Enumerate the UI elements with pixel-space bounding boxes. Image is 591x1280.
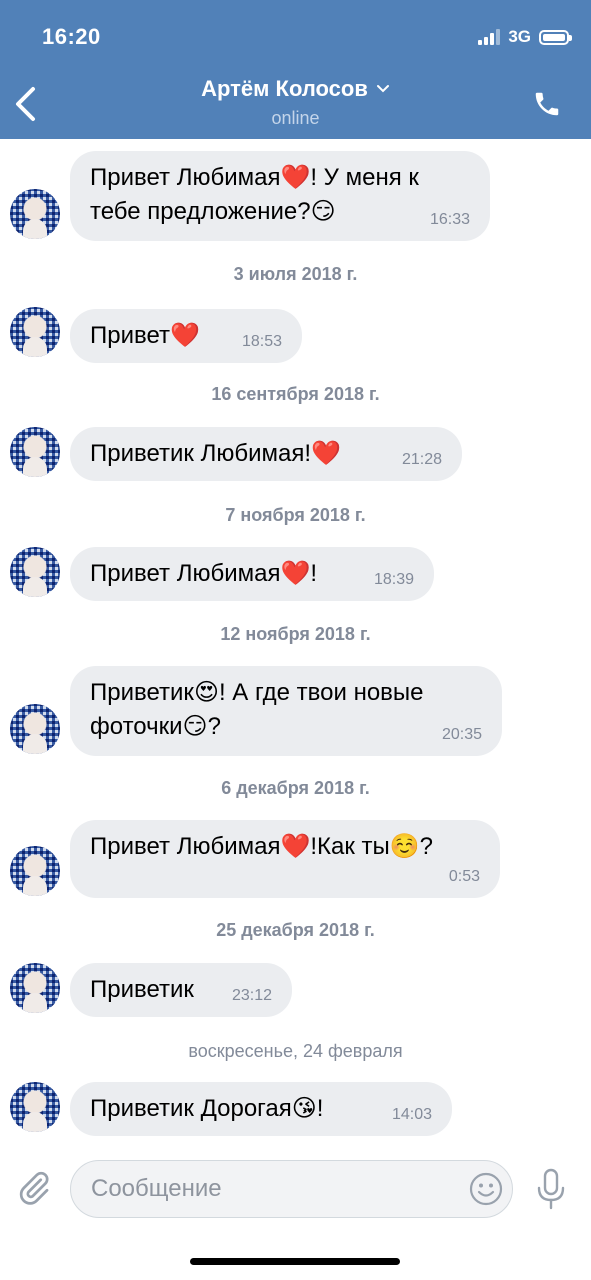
status-time: 16:20: [42, 24, 101, 49]
chat-title[interactable]: Артём Колосов online: [0, 76, 591, 129]
message-bubble[interactable]: Привет Любимая❤️! 18:39: [70, 547, 434, 601]
message-time: 21:28: [401, 451, 442, 468]
chat-header: 16:20 3G Артём Колосов online: [0, 0, 591, 139]
emoji-button[interactable]: [469, 1172, 503, 1206]
message-text: Приветик Любимая!❤️: [90, 440, 341, 467]
message-time: 16:33: [429, 211, 470, 228]
message-time: 23:12: [231, 987, 272, 1004]
message-bubble[interactable]: Привет Любимая❤️! У меня к тебе предложе…: [70, 151, 490, 241]
signal-icon: [478, 29, 501, 45]
message-list[interactable]: Привет Любимая❤️! У меня к тебе предложе…: [0, 139, 591, 1149]
avatar[interactable]: [10, 547, 60, 597]
chevron-down-icon: [376, 85, 389, 93]
date-separator: 6 декабря 2018 г.: [221, 778, 370, 798]
message-bubble[interactable]: Приветик😍! А где твои новые фоточки😏? 20…: [70, 666, 502, 756]
avatar[interactable]: [10, 1082, 60, 1132]
status-indicators: 3G: [478, 27, 572, 47]
message-input[interactable]: [70, 1160, 513, 1218]
message-time: 18:53: [241, 333, 282, 350]
date-separator: 16 сентября 2018 г.: [211, 384, 380, 404]
avatar[interactable]: [10, 189, 60, 239]
mic-button[interactable]: [536, 1168, 566, 1210]
message-bubble[interactable]: Привет Любимая❤️!Как ты☺️? 0:53: [70, 820, 500, 898]
paperclip-icon: [19, 1171, 49, 1205]
date-separator: воскресенье, 24 февраля: [188, 1041, 403, 1061]
message-text: Приветик😍! А где твои новые фоточки😏?: [90, 679, 424, 740]
smiley-icon: [469, 1172, 503, 1206]
message-text: Приветик Дорогая😘!: [90, 1095, 324, 1122]
avatar[interactable]: [10, 427, 60, 477]
date-separator: 3 июля 2018 г.: [233, 264, 358, 284]
avatar[interactable]: [10, 846, 60, 896]
attach-button[interactable]: [16, 1168, 52, 1208]
phone-icon: [535, 92, 559, 116]
message-bubble[interactable]: Приветик 23:12: [70, 963, 292, 1017]
message-text: Привет Любимая❤️!Как ты☺️?: [90, 833, 433, 860]
date-separator: 7 ноября 2018 г.: [225, 505, 366, 525]
message-composer: [0, 1150, 591, 1230]
message-text: Привет Любимая❤️! У меня к тебе предложе…: [90, 164, 419, 225]
home-indicator[interactable]: [190, 1258, 400, 1265]
network-type: 3G: [508, 27, 531, 46]
avatar[interactable]: [10, 963, 60, 1013]
message-bubble[interactable]: Приветик Любимая!❤️ 21:28: [70, 427, 462, 481]
message-bubble[interactable]: Привет❤️ 18:53: [70, 309, 302, 363]
message-time: 20:35: [441, 726, 482, 743]
contact-name-row[interactable]: Артём Колосов: [201, 76, 390, 102]
date-separator: 25 декабря 2018 г.: [216, 920, 375, 940]
avatar[interactable]: [10, 307, 60, 357]
message-time: 18:39: [373, 571, 414, 588]
microphone-icon: [537, 1168, 565, 1210]
message-bubble[interactable]: Приветик Дорогая😘! 14:03: [70, 1082, 452, 1136]
date-separator: 12 ноября 2018 г.: [220, 624, 371, 644]
contact-name: Артём Колосов: [201, 76, 368, 101]
message-time: 14:03: [391, 1106, 432, 1123]
battery-icon: [539, 29, 572, 45]
avatar[interactable]: [10, 704, 60, 754]
message-time: 0:53: [448, 868, 480, 885]
message-text: Привет Любимая❤️!: [90, 560, 318, 587]
call-button[interactable]: [529, 86, 565, 122]
contact-status: online: [271, 108, 320, 128]
